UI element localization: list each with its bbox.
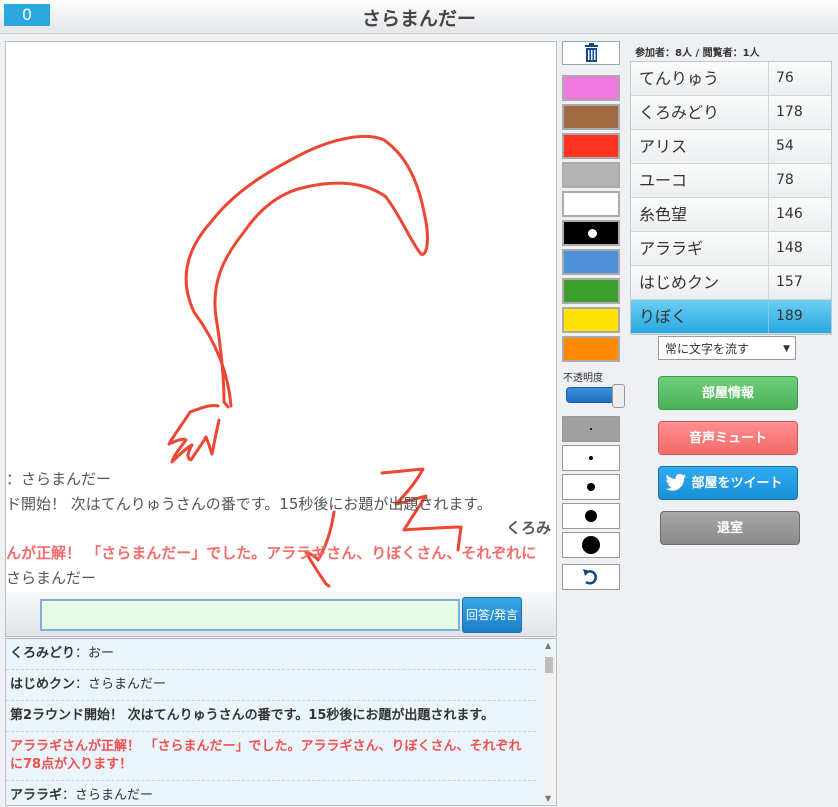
player-row: はじめクン 157 — [631, 266, 831, 300]
color-swatch-white[interactable] — [562, 191, 620, 217]
flow-message: くろみ — [506, 519, 552, 537]
message-mode-select[interactable]: 常に文字を流す ▼ — [658, 336, 796, 360]
viewers-label: 閲覧者 — [702, 48, 733, 59]
chat-text: さらまんだー — [75, 788, 154, 803]
players-count: 参加者：8人 / 閲覧者：1人 — [635, 48, 760, 59]
scroll-down-icon[interactable]: ▼ — [545, 794, 551, 803]
player-name: はじめクン — [639, 273, 720, 292]
chat-scrollbar-thumb[interactable] — [545, 657, 553, 673]
player-row: ユーコ 78 — [631, 164, 831, 198]
player-name: てんりゅう — [639, 69, 720, 88]
color-swatch-gray[interactable] — [562, 162, 620, 188]
pen-size-3[interactable] — [562, 474, 620, 500]
undo-button[interactable] — [562, 564, 620, 590]
chat-line: 第2ラウンド開始！ 次はてんりゅうさんの番です。15秒後にお題が出題されます。 — [6, 701, 536, 732]
chat-log[interactable]: くろみどり：おー はじめクン：さらまんだー 第2ラウンド開始！ 次はてんりゅうさ… — [5, 638, 557, 806]
chat-text: おー — [88, 646, 115, 661]
header-bar: 0 さらまんだー — [0, 0, 838, 34]
player-name: アリス — [639, 137, 688, 156]
player-row: アララギ 148 — [631, 232, 831, 266]
scroll-up-icon[interactable]: ▲ — [545, 641, 551, 650]
leave-room-button[interactable]: 退室 — [660, 511, 800, 545]
answer-bar: 回答/発言 — [5, 592, 557, 637]
message-mode-value: 常に文字を流す — [665, 342, 750, 356]
player-row: くろみどり 178 — [631, 96, 831, 130]
player-score: 148 — [768, 232, 830, 265]
viewers-count: 1人 — [742, 48, 760, 59]
player-row: アリス 54 — [631, 130, 831, 164]
flow-message: さらまんだー — [6, 569, 97, 587]
chat-system-text: 第2ラウンド開始！ 次はてんりゅうさんの番です。15秒後にお題が出題されます。 — [10, 708, 495, 723]
chat-line: アララギ：さらまんだー — [6, 781, 536, 805]
player-score: 76 — [768, 62, 830, 95]
twitter-bird-icon — [665, 473, 687, 491]
player-score: 189 — [768, 300, 830, 333]
drawing-canvas[interactable]: ：さらまんだー ド開始！ 次はてんりゅうさんの番です。15秒後にお題が出題されま… — [5, 41, 557, 593]
chat-author: くろみどり — [10, 646, 76, 661]
pen-size-2[interactable] — [562, 445, 620, 471]
chat-author: はじめクン — [10, 677, 76, 692]
player-score: 146 — [768, 198, 830, 231]
tweet-room-label: 部屋をツイート — [691, 476, 783, 491]
chat-scrollbar[interactable] — [543, 653, 555, 803]
participants-label: 参加者 — [635, 48, 665, 59]
chat-correct-text: アララギさんが正解！ 「さらまんだー」でした。アララギさん、りぼくさん、それぞれ… — [10, 739, 522, 772]
player-row: てんりゅう 76 — [631, 62, 831, 96]
trash-icon — [585, 43, 598, 62]
player-list: てんりゅう 76 くろみどり 178 アリス 54 ユーコ 78 糸色望 146… — [630, 61, 832, 335]
player-name: 糸色望 — [639, 205, 688, 224]
participants-count: 8人 — [675, 48, 692, 59]
player-row-active: りぼく 189 — [631, 300, 831, 334]
chat-line: はじめクン：さらまんだー — [6, 670, 536, 701]
player-name: くろみどり — [639, 103, 720, 122]
opacity-label: 不透明度 — [563, 373, 603, 384]
count-separator: / — [695, 48, 700, 59]
chat-separator: ： — [62, 788, 76, 803]
opacity-slider[interactable] — [566, 384, 625, 408]
clear-canvas-button[interactable] — [562, 41, 620, 65]
player-score: 54 — [768, 130, 830, 163]
mute-button[interactable]: 音声ミュート — [658, 421, 798, 455]
page-title: さらまんだー — [361, 8, 476, 30]
player-score: 78 — [768, 164, 830, 197]
chat-separator: ： — [75, 677, 89, 692]
room-info-button[interactable]: 部屋情報 — [658, 376, 798, 410]
pen-size-1[interactable] — [562, 416, 620, 442]
color-swatch-yellow[interactable] — [562, 307, 620, 333]
color-swatch-red[interactable] — [562, 133, 620, 159]
flow-message: ド開始！ 次はてんりゅうさんの番です。15秒後にお題が出題されます。 — [6, 495, 492, 513]
pen-size-5[interactable] — [562, 532, 620, 558]
chat-text: さらまんだー — [88, 677, 167, 692]
dropdown-arrow-icon: ▼ — [783, 344, 790, 354]
flow-message: んが正解！ 「さらまんだー」でした。アララギさん、りぼくさん、それぞれに — [6, 544, 537, 562]
color-swatch-pink[interactable] — [562, 75, 620, 101]
player-name: りぼく — [639, 307, 688, 326]
chat-author: アララギ — [10, 788, 63, 803]
pen-size-4[interactable] — [562, 503, 620, 529]
answer-submit-button[interactable]: 回答/発言 — [462, 597, 522, 633]
player-score: 178 — [768, 96, 830, 129]
chat-line: くろみどり：おー — [6, 639, 536, 670]
player-score: 157 — [768, 266, 830, 299]
color-swatch-green[interactable] — [562, 278, 620, 304]
player-name: ユーコ — [639, 171, 688, 190]
flow-message: ：さらまんだー — [6, 470, 112, 488]
color-swatch-black[interactable] — [562, 220, 620, 246]
opacity-slider-handle[interactable] — [612, 384, 625, 408]
color-swatch-brown[interactable] — [562, 104, 620, 130]
chat-separator: ： — [75, 646, 89, 661]
player-name: アララギ — [639, 239, 704, 258]
color-swatch-blue[interactable] — [562, 249, 620, 275]
selected-indicator-icon — [588, 229, 597, 238]
chat-line: アララギさんが正解！ 「さらまんだー」でした。アララギさん、りぼくさん、それぞれ… — [6, 732, 536, 781]
answer-input[interactable] — [40, 599, 460, 631]
player-row: 糸色望 146 — [631, 198, 831, 232]
undo-icon — [583, 569, 597, 585]
tweet-room-button[interactable]: 部屋をツイート — [658, 466, 798, 500]
color-swatch-orange[interactable] — [562, 336, 620, 362]
